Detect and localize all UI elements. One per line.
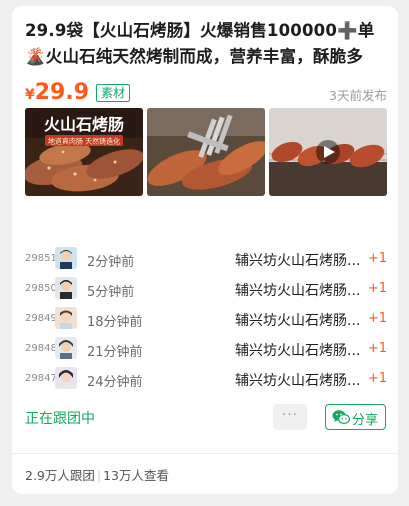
order-row[interactable]: 29851 2分钟前 辅兴坊火山石烤肠... +1 (25, 244, 387, 274)
order-id: 29849 (25, 313, 57, 324)
order-time: 21分钟前 (87, 345, 143, 360)
order-product: 辅兴坊火山石烤肠... (235, 343, 361, 359)
order-time: 18分钟前 (87, 315, 143, 330)
order-product: 辅兴坊火山石烤肠... (235, 313, 361, 329)
posted-time: 3天前发布 (329, 88, 387, 103)
price: ¥29.9 (25, 80, 89, 105)
order-qty: +1 (367, 281, 387, 296)
order-product: 辅兴坊火山石烤肠... (235, 253, 361, 269)
group-status: 正在跟团中 (25, 411, 95, 427)
order-id: 29851 (25, 253, 57, 264)
more-button[interactable]: ··· (273, 404, 307, 430)
stats-row: 2.9万人跟团 | 13万人查看 (25, 465, 169, 484)
order-id: 29850 (25, 283, 57, 294)
avatar (55, 277, 77, 299)
post-title[interactable]: 29.9袋【火山石烤肠】火爆销售100000➕单 🌋火山石纯天然烤制而成，营养丰… (25, 18, 387, 70)
order-row[interactable]: 29850 5分钟前 辅兴坊火山石烤肠... +1 (25, 274, 387, 304)
order-product: 辅兴坊火山石烤肠... (235, 283, 361, 299)
image1-caption-main: 火山石烤肠 (44, 115, 124, 134)
price-currency: ¥ (25, 87, 35, 103)
avatar (55, 247, 77, 269)
order-qty: +1 (367, 251, 387, 266)
order-row[interactable]: 29848 21分钟前 辅兴坊火山石烤肠... +1 (25, 334, 387, 364)
order-qty: +1 (367, 341, 387, 356)
product-video[interactable] (269, 108, 387, 196)
more-icon: ··· (281, 407, 299, 423)
material-badge[interactable]: 素材 (96, 84, 131, 102)
order-row[interactable]: 29847 24分钟前 辅兴坊火山石烤肠... +1 (25, 364, 387, 394)
image1-caption-sub: 地道真肉肠 天然铸造化 (48, 137, 120, 146)
share-button[interactable]: 分享 (325, 404, 386, 430)
product-image-1[interactable]: 火山石烤肠 地道真肉肠 天然铸造化 (25, 108, 143, 196)
avatar (55, 307, 77, 329)
views-count: 13万人查看 (103, 468, 170, 483)
order-time: 2分钟前 (87, 255, 135, 270)
product-image-2[interactable] (147, 108, 265, 196)
divider (12, 453, 398, 454)
share-label: 分享 (352, 413, 379, 428)
order-id: 29848 (25, 343, 57, 354)
avatar (55, 367, 77, 389)
group-buy-card[interactable]: 29.9袋【火山石烤肠】火爆销售100000➕单 🌋火山石纯天然烤制而成，营养丰… (12, 6, 398, 494)
price-row: ¥29.9 素材 3天前发布 (25, 80, 387, 106)
order-row[interactable]: 29849 18分钟前 辅兴坊火山石烤肠... +1 (25, 304, 387, 334)
followers-count: 2.9万人跟团 (25, 468, 95, 483)
order-id: 29847 (25, 373, 57, 384)
order-time: 5分钟前 (87, 285, 135, 300)
price-value: 29.9 (34, 80, 90, 105)
order-product: 辅兴坊火山石烤肠... (235, 373, 361, 389)
order-time: 24分钟前 (87, 375, 143, 390)
order-qty: +1 (367, 371, 387, 386)
avatar (55, 337, 77, 359)
stats-separator: | (96, 468, 102, 483)
image-gallery: 火山石烤肠 地道真肉肠 天然铸造化 (25, 108, 387, 196)
order-qty: +1 (367, 311, 387, 326)
wechat-icon (332, 409, 351, 425)
